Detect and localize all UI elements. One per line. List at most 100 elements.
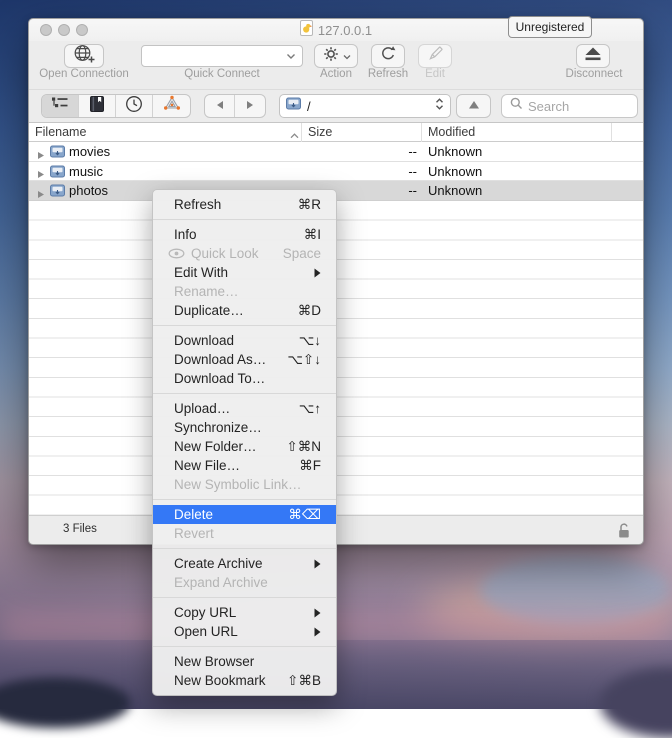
quick-connect-label: Quick Connect bbox=[162, 68, 282, 81]
unlocked-padlock-icon[interactable] bbox=[617, 522, 631, 544]
table-header: Filename Size Modified bbox=[29, 123, 643, 142]
submenu-arrow-icon bbox=[314, 268, 321, 278]
disclosure-triangle-icon[interactable] bbox=[37, 148, 45, 163]
column-header-modified[interactable]: Modified bbox=[428, 125, 475, 139]
refresh-button[interactable] bbox=[371, 44, 405, 68]
chevron-down-icon bbox=[286, 47, 296, 65]
navigation-bar: / Search bbox=[29, 89, 643, 123]
clock-icon bbox=[125, 95, 143, 118]
submenu-arrow-icon bbox=[314, 608, 321, 618]
search-placeholder: Search bbox=[528, 99, 569, 114]
eject-icon bbox=[583, 46, 603, 67]
path-dropdown[interactable]: / bbox=[279, 94, 451, 118]
menu-separator bbox=[153, 548, 336, 549]
quick-connect-combobox[interactable] bbox=[141, 45, 303, 67]
outline-view-icon bbox=[51, 96, 69, 116]
menu-item-delete[interactable]: Delete⌘⌫ bbox=[153, 505, 336, 524]
up-arrow-icon bbox=[468, 97, 480, 115]
menu-separator bbox=[153, 499, 336, 500]
menu-item-expand-archive[interactable]: Expand Archive bbox=[153, 573, 336, 592]
history-view-button[interactable] bbox=[116, 95, 153, 117]
folder-drive-icon bbox=[50, 184, 65, 200]
menu-item-open-url[interactable]: Open URL bbox=[153, 622, 336, 641]
wallpaper-rocks-left bbox=[0, 678, 130, 728]
menu-item-revert[interactable]: Revert bbox=[153, 524, 336, 543]
column-header-size[interactable]: Size bbox=[308, 125, 332, 139]
file-name: photos bbox=[69, 183, 108, 198]
action-button[interactable] bbox=[314, 44, 358, 68]
file-size: -- bbox=[329, 144, 417, 159]
menu-separator bbox=[153, 646, 336, 647]
menu-item-refresh[interactable]: Refresh⌘R bbox=[153, 195, 336, 214]
history-navigation-control bbox=[204, 94, 266, 118]
open-connection-button[interactable] bbox=[64, 44, 104, 68]
bookmarks-view-button[interactable] bbox=[79, 95, 116, 117]
book-icon bbox=[90, 96, 104, 117]
menu-item-copy-url[interactable]: Copy URL bbox=[153, 603, 336, 622]
menu-item-new-folder[interactable]: New Folder…⇧⌘N bbox=[153, 437, 336, 456]
file-count: 3 Files bbox=[63, 523, 97, 535]
menu-item-create-archive[interactable]: Create Archive bbox=[153, 554, 336, 573]
unregistered-badge[interactable]: Unregistered bbox=[508, 16, 592, 38]
disclosure-triangle-icon[interactable] bbox=[37, 187, 45, 202]
menu-separator bbox=[153, 597, 336, 598]
menu-item-quick-look[interactable]: Quick LookSpace bbox=[153, 244, 336, 263]
back-icon bbox=[215, 97, 225, 115]
column-divider[interactable] bbox=[301, 123, 302, 142]
menu-item-upload[interactable]: Upload…⌥↑ bbox=[153, 399, 336, 418]
view-segmented-control bbox=[41, 94, 191, 118]
file-name: movies bbox=[69, 144, 110, 159]
submenu-arrow-icon bbox=[314, 627, 321, 637]
menu-item-rename[interactable]: Rename… bbox=[153, 282, 336, 301]
menu-item-download[interactable]: Download⌥↓ bbox=[153, 331, 336, 350]
search-field[interactable]: Search bbox=[501, 94, 638, 118]
menu-item-new-file[interactable]: New File…⌘F bbox=[153, 456, 336, 475]
window-title: 127.0.0.1 bbox=[318, 23, 372, 38]
forward-button[interactable] bbox=[235, 95, 265, 117]
bonjour-view-button[interactable] bbox=[153, 95, 190, 117]
globe-plus-icon bbox=[72, 43, 96, 70]
context-menu: Refresh⌘R Info⌘I Quick LookSpace Edit Wi… bbox=[152, 189, 337, 696]
file-modified: Unknown bbox=[428, 183, 482, 198]
file-modified: Unknown bbox=[428, 164, 482, 179]
drive-icon bbox=[286, 97, 301, 115]
gear-icon bbox=[322, 45, 340, 68]
folder-drive-icon bbox=[50, 145, 65, 161]
file-size: -- bbox=[329, 164, 417, 179]
chevron-down-icon bbox=[343, 47, 351, 65]
sort-ascending-icon bbox=[290, 128, 299, 142]
eye-icon bbox=[168, 248, 185, 259]
back-button[interactable] bbox=[205, 95, 235, 117]
menu-item-edit-with[interactable]: Edit With bbox=[153, 263, 336, 282]
submenu-arrow-icon bbox=[314, 559, 321, 569]
table-row-movies[interactable]: movies -- Unknown bbox=[29, 142, 643, 162]
menu-item-download-to[interactable]: Download To… bbox=[153, 369, 336, 388]
table-row-music[interactable]: music -- Unknown bbox=[29, 162, 643, 182]
folder-drive-icon bbox=[50, 165, 65, 181]
current-path: / bbox=[307, 99, 429, 114]
refresh-icon bbox=[378, 44, 398, 69]
disclosure-triangle-icon[interactable] bbox=[37, 167, 45, 182]
edit-button[interactable] bbox=[418, 44, 452, 68]
disconnect-button[interactable] bbox=[576, 44, 610, 68]
file-modified: Unknown bbox=[428, 144, 482, 159]
open-connection-label: Open Connection bbox=[34, 68, 134, 81]
stepper-icon bbox=[435, 97, 444, 116]
search-icon bbox=[510, 97, 523, 115]
column-header-filename[interactable]: Filename bbox=[35, 125, 86, 139]
edit-label: Edit bbox=[405, 68, 465, 81]
outline-view-button[interactable] bbox=[42, 95, 79, 117]
menu-item-download-as[interactable]: Download As…⌥⇧↓ bbox=[153, 350, 336, 369]
menu-item-synchronize[interactable]: Synchronize… bbox=[153, 418, 336, 437]
action-label: Action bbox=[306, 68, 366, 81]
menu-item-new-symbolic-link[interactable]: New Symbolic Link… bbox=[153, 475, 336, 494]
column-divider[interactable] bbox=[421, 123, 422, 142]
parent-directory-button[interactable] bbox=[456, 94, 491, 118]
menu-item-info[interactable]: Info⌘I bbox=[153, 225, 336, 244]
column-divider[interactable] bbox=[611, 123, 612, 142]
forward-icon bbox=[245, 97, 255, 115]
menu-item-new-bookmark[interactable]: New Bookmark⇧⌘B bbox=[153, 671, 336, 690]
menu-separator bbox=[153, 325, 336, 326]
menu-item-duplicate[interactable]: Duplicate…⌘D bbox=[153, 301, 336, 320]
menu-item-new-browser[interactable]: New Browser bbox=[153, 652, 336, 671]
